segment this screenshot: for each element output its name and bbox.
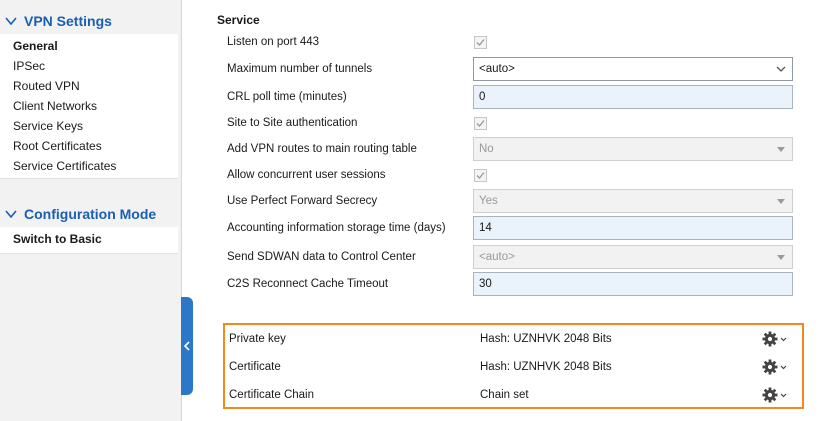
setting-label: Maximum number of tunnels bbox=[227, 63, 373, 75]
sidebar-item-list: Switch to Basic bbox=[0, 227, 178, 254]
section-title: Service bbox=[217, 13, 260, 27]
sidebar-section-header[interactable]: VPN Settings bbox=[0, 8, 178, 34]
sidebar-collapse-button[interactable] bbox=[181, 297, 193, 395]
gear-icon bbox=[762, 387, 787, 403]
dropdown-arrow-icon bbox=[777, 199, 785, 204]
setting-label: C2S Reconnect Cache Timeout bbox=[227, 278, 389, 290]
setting-label: Use Perfect Forward Secrecy bbox=[227, 195, 378, 207]
sidebar-item-list: General IPSec Routed VPN Client Networks… bbox=[0, 34, 178, 179]
cert-value: Chain set bbox=[480, 389, 529, 401]
sidebar: VPN Settings General IPSec Routed VPN Cl… bbox=[0, 0, 182, 421]
setting-row: Listen on port 443 bbox=[227, 30, 797, 54]
chevron-down-icon bbox=[4, 14, 18, 28]
sidebar-item-switch-to-basic[interactable]: Switch to Basic bbox=[0, 229, 178, 249]
setting-label: Accounting information storage time (day… bbox=[227, 222, 446, 234]
accounting-storage-time-input[interactable]: 14 bbox=[473, 216, 793, 240]
setting-label: CRL poll time (minutes) bbox=[227, 91, 347, 103]
setting-row: Allow concurrent user sessions bbox=[227, 163, 797, 187]
certificates-highlight-box: Private key Hash: UZNHVK 2048 Bits Certi… bbox=[223, 323, 804, 409]
cert-value: Hash: UZNHVK 2048 Bits bbox=[480, 333, 612, 345]
setting-row: CRL poll time (minutes) 0 bbox=[227, 85, 797, 109]
input-value: 0 bbox=[479, 91, 486, 103]
setting-row: Maximum number of tunnels <auto> bbox=[227, 57, 797, 81]
dropdown-arrow-icon bbox=[777, 147, 785, 152]
setting-label: Listen on port 443 bbox=[227, 36, 320, 48]
certificate-gear-button[interactable] bbox=[762, 359, 792, 375]
add-vpn-routes-select[interactable]: No bbox=[473, 137, 793, 161]
setting-row: C2S Reconnect Cache Timeout 30 bbox=[227, 272, 797, 296]
cert-label: Certificate Chain bbox=[229, 389, 315, 401]
setting-label: Allow concurrent user sessions bbox=[227, 169, 386, 181]
setting-label: Add VPN routes to main routing table bbox=[227, 143, 417, 155]
sidebar-section-title: VPN Settings bbox=[24, 13, 112, 29]
c2s-reconnect-timeout-input[interactable]: 30 bbox=[473, 272, 793, 296]
chevron-down-icon bbox=[776, 66, 786, 72]
gear-icon bbox=[762, 331, 787, 347]
sidebar-item-ipsec[interactable]: IPSec bbox=[0, 56, 178, 76]
certificate-chain-gear-button[interactable] bbox=[762, 387, 792, 403]
select-value: No bbox=[479, 143, 494, 155]
crl-poll-time-input[interactable]: 0 bbox=[473, 85, 793, 109]
sidebar-item-general[interactable]: General bbox=[0, 36, 178, 56]
select-value: <auto> bbox=[479, 63, 515, 75]
select-value: <auto> bbox=[479, 251, 515, 263]
chevron-left-icon bbox=[183, 341, 190, 351]
sidebar-item-routed-vpn[interactable]: Routed VPN bbox=[0, 76, 178, 96]
max-tunnels-select[interactable]: <auto> bbox=[473, 57, 793, 81]
setting-row: Send SDWAN data to Control Center <auto> bbox=[227, 245, 797, 269]
dropdown-arrow-icon bbox=[777, 255, 785, 260]
private-key-gear-button[interactable] bbox=[762, 331, 792, 347]
pfs-select[interactable]: Yes bbox=[473, 189, 793, 213]
select-value: Yes bbox=[479, 195, 498, 207]
main-panel: Service Listen on port 443 Maximum numbe… bbox=[200, 0, 821, 421]
sidebar-item-service-keys[interactable]: Service Keys bbox=[0, 116, 178, 136]
setting-label: Send SDWAN data to Control Center bbox=[227, 251, 416, 263]
setting-row: Site to Site authentication bbox=[227, 111, 797, 135]
cert-label: Certificate bbox=[229, 361, 281, 373]
sidebar-item-root-certificates[interactable]: Root Certificates bbox=[0, 136, 178, 156]
setting-row: Add VPN routes to main routing table No bbox=[227, 137, 797, 161]
sidebar-section-configuration-mode: Configuration Mode Switch to Basic bbox=[0, 201, 178, 254]
input-value: 14 bbox=[479, 222, 492, 234]
sidebar-section-header[interactable]: Configuration Mode bbox=[0, 201, 178, 227]
sidebar-section-title: Configuration Mode bbox=[24, 206, 157, 222]
cert-value: Hash: UZNHVK 2048 Bits bbox=[480, 361, 612, 373]
site-to-site-auth-checkbox[interactable] bbox=[474, 116, 487, 130]
cert-row-certificate: Certificate Hash: UZNHVK 2048 Bits bbox=[229, 353, 802, 381]
gear-icon bbox=[762, 359, 787, 375]
cert-label: Private key bbox=[229, 333, 286, 345]
cert-row-private-key: Private key Hash: UZNHVK 2048 Bits bbox=[229, 325, 802, 353]
sdwan-data-select[interactable]: <auto> bbox=[473, 245, 793, 269]
concurrent-sessions-checkbox[interactable] bbox=[474, 168, 487, 182]
sidebar-section-vpn-settings: VPN Settings General IPSec Routed VPN Cl… bbox=[0, 8, 178, 179]
sidebar-item-client-networks[interactable]: Client Networks bbox=[0, 96, 178, 116]
sidebar-item-service-certificates[interactable]: Service Certificates bbox=[0, 156, 178, 176]
input-value: 30 bbox=[479, 278, 492, 290]
setting-row: Use Perfect Forward Secrecy Yes bbox=[227, 189, 797, 213]
cert-row-certificate-chain: Certificate Chain Chain set bbox=[229, 381, 802, 409]
setting-label: Site to Site authentication bbox=[227, 117, 358, 129]
chevron-down-icon bbox=[4, 207, 18, 221]
setting-row: Accounting information storage time (day… bbox=[227, 216, 797, 240]
listen-port-443-checkbox[interactable] bbox=[474, 35, 487, 49]
